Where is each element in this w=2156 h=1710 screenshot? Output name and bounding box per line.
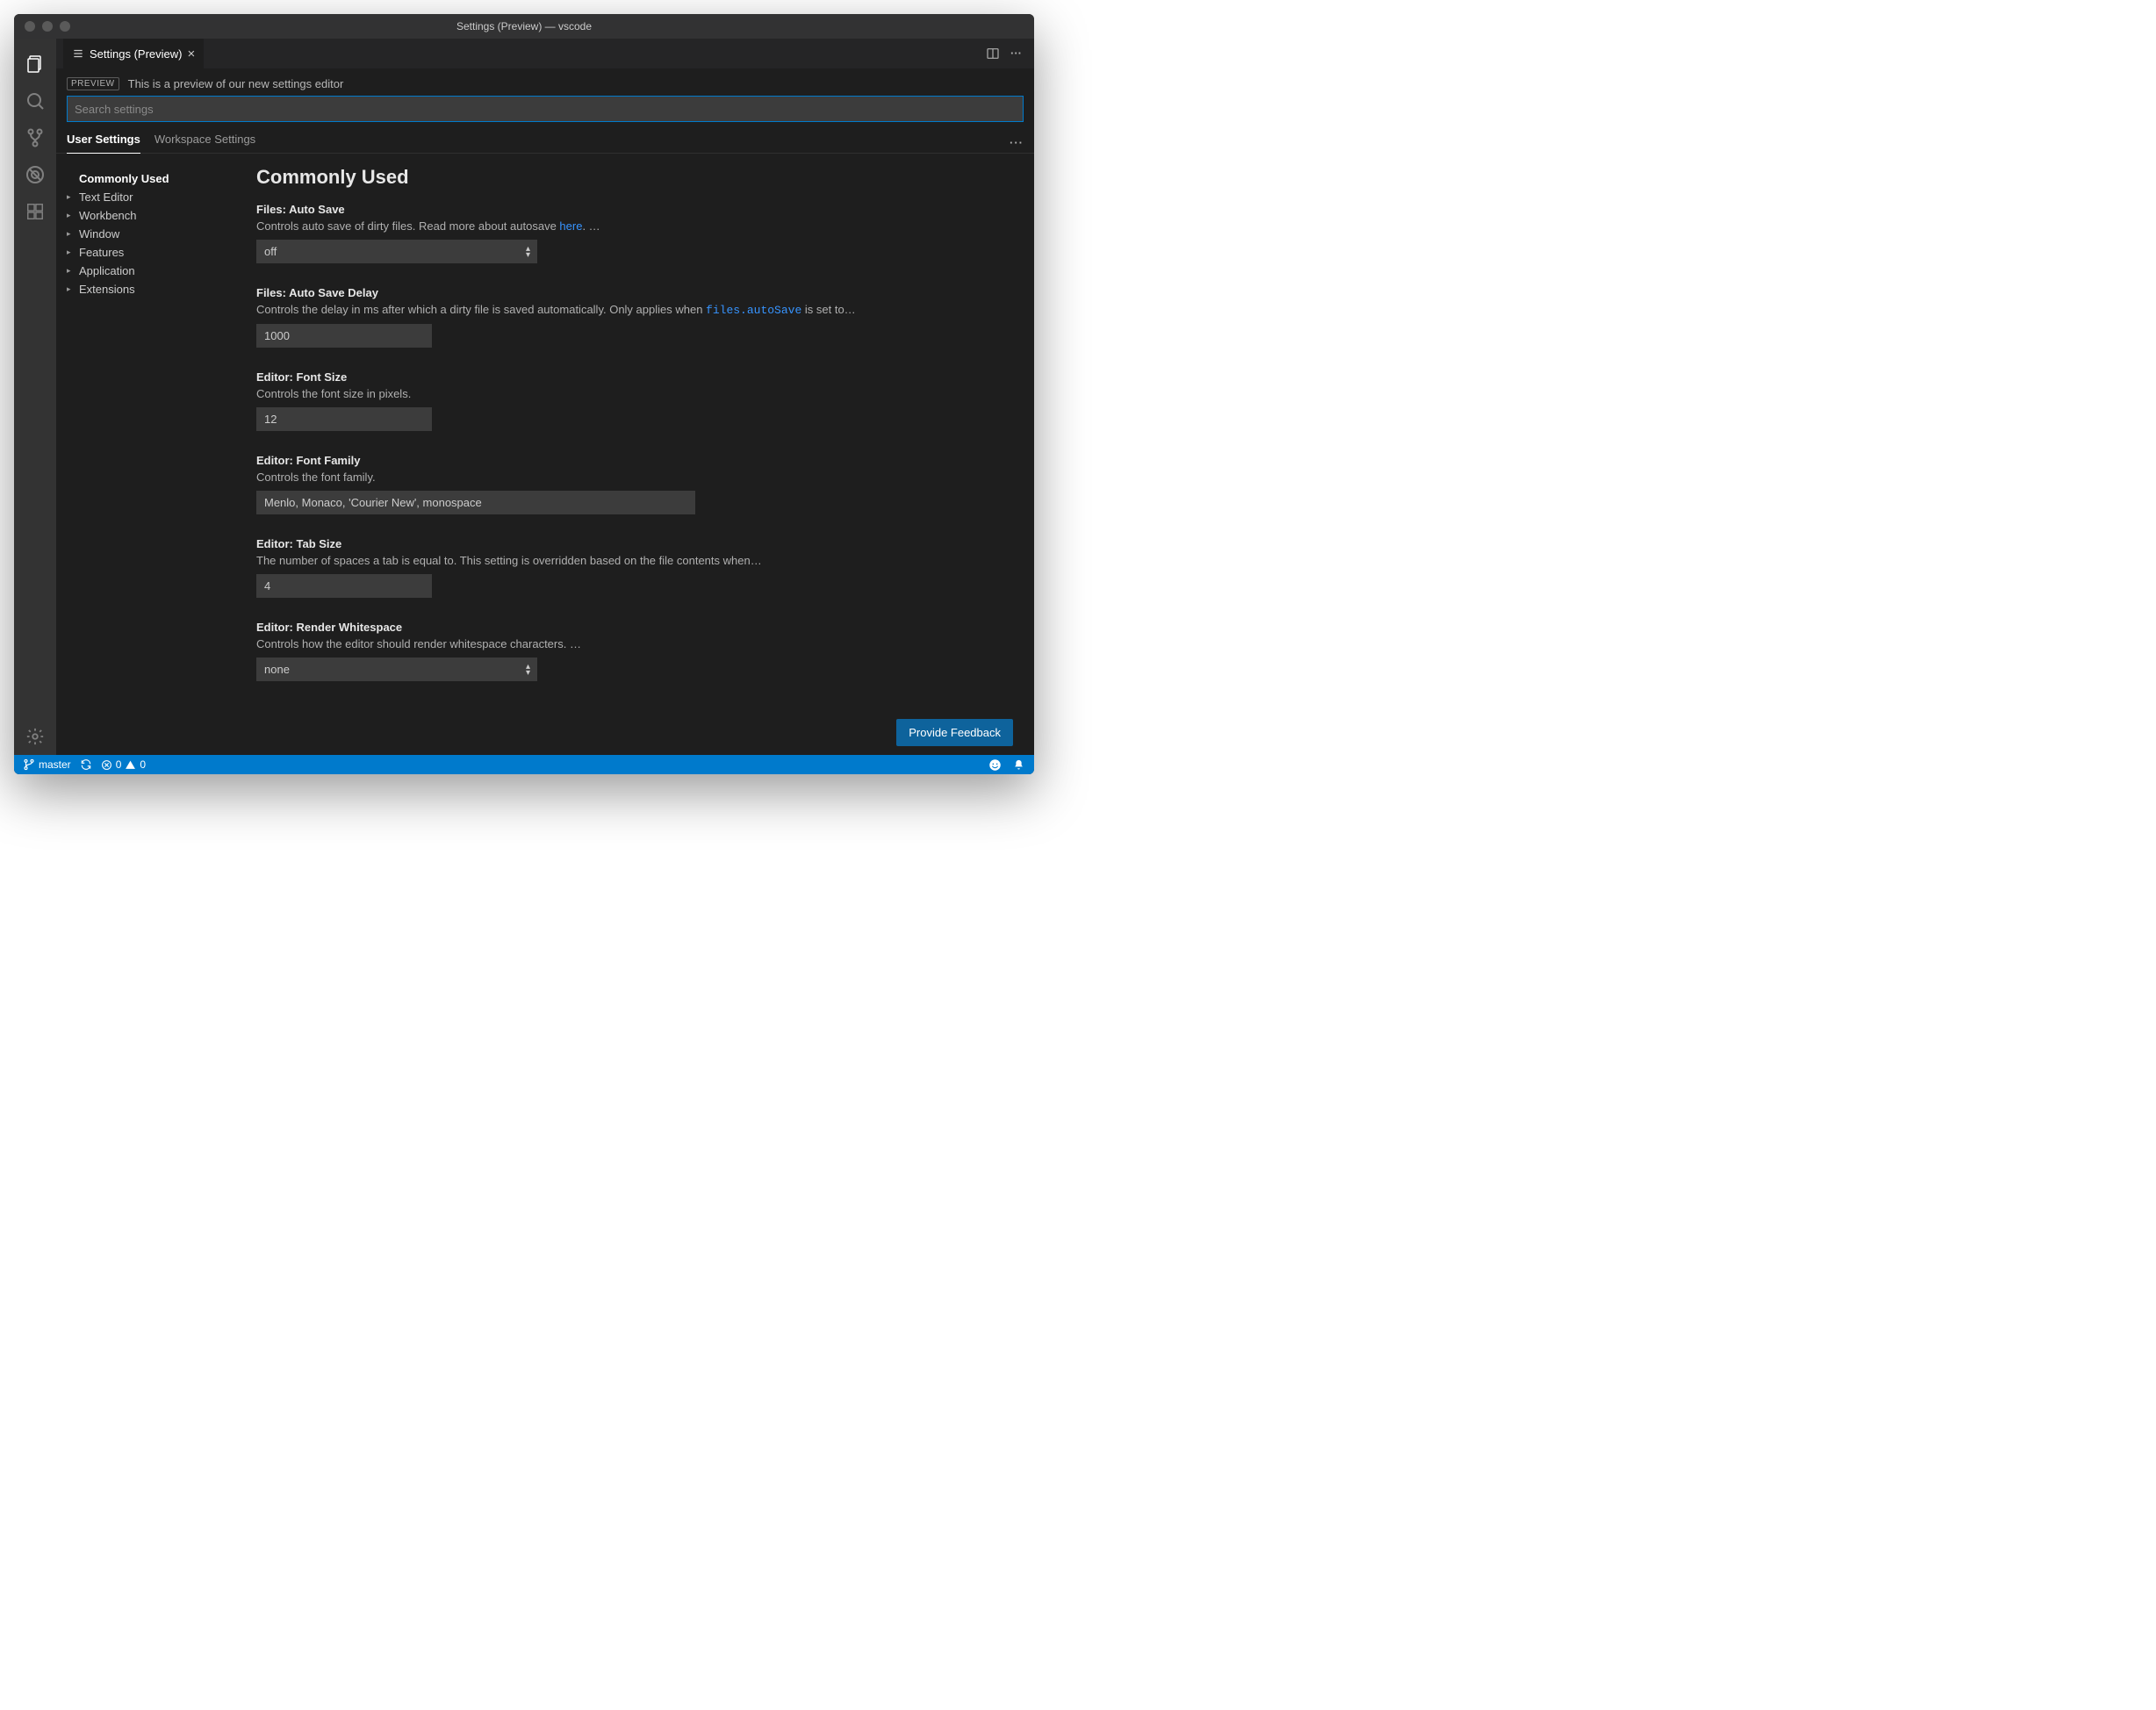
files-auto-save-delay-input[interactable] bbox=[256, 324, 432, 348]
editor-render-whitespace-select[interactable]: none bbox=[256, 657, 537, 681]
setting-description: Controls auto save of dirty files. Read … bbox=[256, 219, 959, 233]
editor-tab-size-input[interactable] bbox=[256, 574, 432, 598]
menu-icon bbox=[72, 47, 84, 60]
explorer-icon[interactable] bbox=[14, 46, 56, 83]
section-title: Commonly Used bbox=[256, 166, 1024, 189]
setting-title: Editor: Font Family bbox=[256, 454, 959, 467]
window-title: Settings (Preview) — vscode bbox=[14, 20, 1034, 32]
setting-editor-render-whitespace: Editor: Render Whitespace Controls how t… bbox=[256, 621, 959, 681]
setting-files-auto-save: Files: Auto Save Controls auto save of d… bbox=[256, 203, 959, 263]
tree-item-features[interactable]: ▸Features bbox=[67, 243, 242, 262]
select-caret-icon: ▴▾ bbox=[526, 246, 530, 258]
search-icon[interactable] bbox=[14, 83, 56, 119]
problems-indicator[interactable]: 0 0 bbox=[101, 758, 146, 771]
tree-item-text-editor[interactable]: ▸Text Editor bbox=[67, 188, 242, 206]
setting-files-auto-save-delay: Files: Auto Save Delay Controls the dela… bbox=[256, 286, 959, 348]
feedback-smiley-icon[interactable] bbox=[988, 758, 1002, 772]
editor-font-family-input[interactable] bbox=[256, 491, 695, 514]
more-actions-icon[interactable]: ··· bbox=[1010, 47, 1022, 61]
preview-banner-text: This is a preview of our new settings ed… bbox=[128, 77, 344, 90]
split-editor-icon[interactable] bbox=[986, 47, 1000, 61]
files-auto-save-select[interactable]: off bbox=[256, 240, 537, 263]
settings-gear-icon[interactable] bbox=[14, 718, 56, 755]
extensions-icon[interactable] bbox=[14, 193, 56, 230]
tab-user-settings[interactable]: User Settings bbox=[67, 133, 140, 154]
setting-editor-font-size: Editor: Font Size Controls the font size… bbox=[256, 370, 959, 431]
setting-title: Editor: Tab Size bbox=[256, 537, 959, 550]
editor-tab-strip: Settings (Preview) × ··· bbox=[56, 39, 1034, 68]
scope-more-icon[interactable]: ··· bbox=[1010, 136, 1024, 149]
preview-banner: PREVIEW This is a preview of our new set… bbox=[56, 68, 1034, 96]
settings-tree: Commonly Used ▸Text Editor ▸Workbench ▸W… bbox=[67, 166, 242, 755]
tab-settings-preview[interactable]: Settings (Preview) × bbox=[63, 39, 204, 68]
setting-description: Controls how the editor should render wh… bbox=[256, 637, 959, 650]
chevron-right-icon: ▸ bbox=[67, 229, 75, 239]
setting-editor-font-family: Editor: Font Family Controls the font fa… bbox=[256, 454, 959, 514]
settings-list[interactable]: Commonly Used Files: Auto Save Controls … bbox=[256, 166, 1024, 755]
setting-title: Editor: Font Size bbox=[256, 370, 959, 384]
status-bar: master 0 0 bbox=[14, 755, 1034, 774]
setting-title: Editor: Render Whitespace bbox=[256, 621, 959, 634]
autosave-link[interactable]: here bbox=[559, 219, 582, 233]
select-caret-icon: ▴▾ bbox=[526, 664, 530, 676]
code-ref: files.autoSave bbox=[706, 304, 801, 317]
setting-description: Controls the delay in ms after which a d… bbox=[256, 303, 959, 317]
sync-icon[interactable] bbox=[80, 758, 92, 771]
setting-description: The number of spaces a tab is equal to. … bbox=[256, 554, 959, 567]
debug-icon[interactable] bbox=[14, 156, 56, 193]
setting-title: Files: Auto Save bbox=[256, 203, 959, 216]
tree-item-workbench[interactable]: ▸Workbench bbox=[67, 206, 242, 225]
setting-editor-tab-size: Editor: Tab Size The number of spaces a … bbox=[256, 537, 959, 598]
tree-item-commonly-used[interactable]: Commonly Used bbox=[67, 169, 242, 188]
chevron-right-icon: ▸ bbox=[67, 284, 75, 294]
provide-feedback-button[interactable]: Provide Feedback bbox=[896, 719, 1013, 746]
search-settings-input[interactable] bbox=[67, 96, 1024, 122]
chevron-right-icon: ▸ bbox=[67, 248, 75, 257]
tree-item-window[interactable]: ▸Window bbox=[67, 225, 242, 243]
preview-badge: PREVIEW bbox=[67, 77, 119, 90]
setting-title: Files: Auto Save Delay bbox=[256, 286, 959, 299]
source-control-icon[interactable] bbox=[14, 119, 56, 156]
chevron-right-icon: ▸ bbox=[67, 266, 75, 276]
notifications-bell-icon[interactable] bbox=[1012, 758, 1025, 772]
chevron-right-icon: ▸ bbox=[67, 211, 75, 220]
tab-workspace-settings[interactable]: Workspace Settings bbox=[155, 133, 255, 153]
tab-label: Settings (Preview) bbox=[90, 47, 182, 61]
git-branch-indicator[interactable]: master bbox=[23, 758, 71, 771]
setting-description: Controls the font family. bbox=[256, 471, 959, 484]
tree-item-application[interactable]: ▸Application bbox=[67, 262, 242, 280]
editor-font-size-input[interactable] bbox=[256, 407, 432, 431]
chevron-right-icon: ▸ bbox=[67, 192, 75, 202]
activity-bar bbox=[14, 39, 56, 755]
close-icon[interactable]: × bbox=[187, 47, 195, 61]
settings-scope-tabs: User Settings Workspace Settings ··· bbox=[56, 122, 1034, 154]
setting-description: Controls the font size in pixels. bbox=[256, 387, 959, 400]
tree-item-extensions[interactable]: ▸Extensions bbox=[67, 280, 242, 298]
titlebar: Settings (Preview) — vscode bbox=[14, 14, 1034, 39]
